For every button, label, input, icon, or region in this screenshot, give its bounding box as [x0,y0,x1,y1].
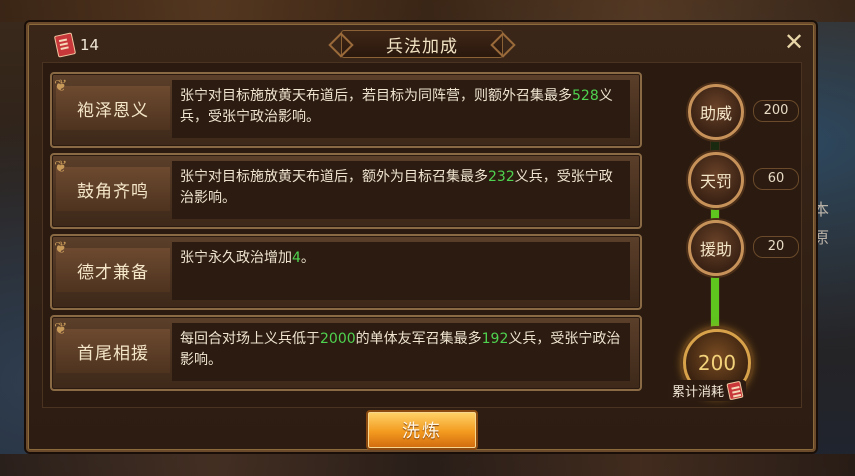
close-icon: ✕ [783,28,805,56]
skill-name-2: ❦ 鼓角齐鸣 [54,157,170,211]
ornament-icon: ❦ [54,238,69,257]
desc-text: 张宁对目标施放黄天布道后，额外为目标召集最多 [180,169,488,185]
refine-button-label: 洗炼 [402,421,442,442]
tier-node-1[interactable]: 助威 [688,84,744,140]
highlight-number: 528 [572,88,599,104]
top-bar-backdrop [0,0,855,22]
highlight-number: 192 [481,331,509,347]
tier-cost-2: 60 [753,168,799,190]
total-cost-value: 200 [697,351,737,375]
skill-row-1: ❦ 袍泽恩义 张宁对目标施放黄天布道后，若目标为同阵营，则额外召集最多528义兵… [50,72,642,148]
scroll-counter: 14 [53,32,100,58]
skill-name-text: 鼓角齐鸣 [77,181,149,202]
book-icon [53,32,77,58]
skill-desc-2: 张宁对目标施放黄天布道后，额外为目标召集最多232义兵，受张宁政治影响。 [172,161,630,219]
skill-name-text: 德才兼备 [77,262,149,283]
bottom-bar-backdrop [0,454,855,476]
skill-desc-3: 张宁永久政治增加4。 [172,242,630,300]
ornament-icon: ❦ [54,157,69,176]
dialog-title: 兵法加成 [386,36,458,57]
tier-node-2[interactable]: 天罚 [688,152,744,208]
refine-button[interactable]: 洗炼 [366,410,478,450]
highlight-number: 4 [292,250,301,266]
tier-cost-3: 20 [753,236,799,258]
skill-desc-4: 每回合对场上义兵低于2000的单体友军召集最多192义兵，受张宁政治影响。 [172,323,630,381]
skill-row-4: ❦ 首尾相援 每回合对场上义兵低于2000的单体友军召集最多192义兵，受张宁政… [50,315,642,391]
close-button[interactable]: ✕ [782,30,806,54]
desc-text: 张宁对目标施放黄天布道后，若目标为同阵营，则额外召集最多 [180,88,572,104]
tier-node-3[interactable]: 援助 [688,220,744,276]
skill-name-3: ❦ 德才兼备 [54,238,170,292]
highlight-number: 232 [488,169,515,185]
skill-name-text: 首尾相援 [77,343,149,364]
skill-row-3: ❦ 德才兼备 张宁永久政治增加4。 [50,234,642,310]
tier-cost-1: 200 [753,100,799,122]
total-cost-text: 累计消耗 [672,385,725,400]
ornament-icon: ❦ [54,76,69,95]
ornament-icon: ❦ [54,319,69,338]
book-icon [726,380,744,401]
tactics-bonus-dialog: 14 兵法加成 ✕ ❦ 袍泽恩义 张宁对目标施放黄天布道后，若目标为同阵营，则额… [26,22,816,452]
title-plaque: 兵法加成 [341,30,503,58]
scroll-count-value: 14 [80,36,100,54]
skill-name-1: ❦ 袍泽恩义 [54,76,170,130]
highlight-number: 2000 [320,331,356,347]
skill-name-4: ❦ 首尾相援 [54,319,170,373]
skill-row-2: ❦ 鼓角齐鸣 张宁对目标施放黄天布道后，额外为目标召集最多232义兵，受张宁政治… [50,153,642,229]
skill-desc-1: 张宁对目标施放黄天布道后，若目标为同阵营，则额外召集最多528义兵，受张宁政治影… [172,80,630,138]
desc-text: 张宁永久政治增加 [180,250,292,266]
desc-text: 的单体友军召集最多 [355,331,482,347]
desc-text: 。 [300,250,315,266]
skill-name-text: 袍泽恩义 [77,100,149,121]
tier-label: 天罚 [699,172,732,191]
tier-label: 援助 [699,240,732,259]
tier-label: 助威 [699,104,732,123]
desc-text: 每回合对场上义兵低于 [180,331,320,347]
total-cost-label: 累计消耗 [668,380,747,401]
